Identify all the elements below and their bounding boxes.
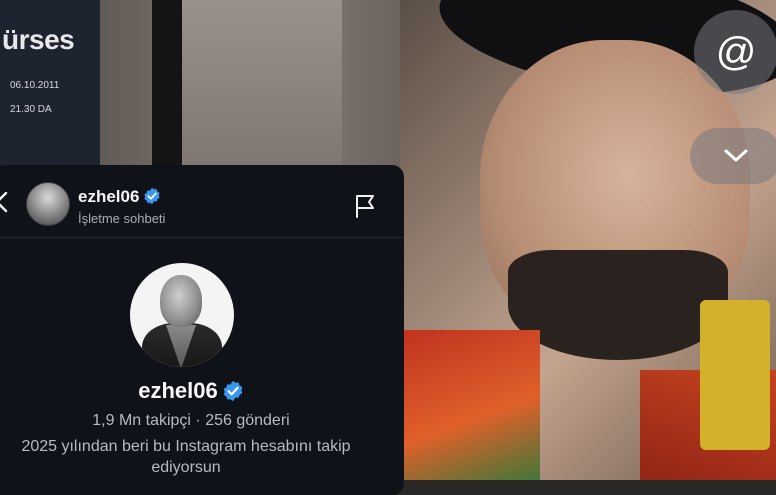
header-username[interactable]: ezhel06 [78, 187, 161, 207]
background-wall [182, 0, 342, 165]
avatar[interactable] [26, 182, 70, 226]
threads-at-icon: @ [715, 29, 757, 74]
chevron-down-icon [724, 149, 748, 162]
photo-shirt [400, 330, 540, 480]
photo-badge [700, 300, 770, 450]
threads-button[interactable]: @ [694, 10, 776, 94]
header-username-text: ezhel06 [78, 187, 140, 206]
header-subtitle: İşletme sohbeti [78, 211, 166, 226]
flag-icon[interactable] [354, 193, 378, 219]
profile-username-text: ezhel06 [138, 378, 218, 403]
expand-button[interactable] [690, 128, 776, 184]
verified-badge-icon [223, 380, 242, 402]
chevron-left-icon[interactable] [0, 191, 10, 213]
background-sign: ürses 06.10.2011 21.30 DA [0, 0, 100, 165]
profile-username[interactable]: ezhel06 [0, 378, 390, 404]
dm-panel: ezhel06 İşletme sohbeti ezhel06 1,9 Mn t… [0, 165, 404, 495]
profile-follow-note: 2025 yılından beri bu Instagram hesabını… [21, 438, 351, 476]
profile-avatar[interactable] [130, 263, 234, 367]
background-pillar [152, 0, 182, 165]
verified-badge-icon [144, 187, 160, 205]
profile-stats: 1,9 Mn takipçi · 256 gönderi [92, 412, 290, 429]
sign-time: 21.30 DA [10, 104, 52, 115]
sign-text: ürses [2, 24, 75, 55]
dm-header: ezhel06 İşletme sohbeti [0, 165, 404, 238]
sign-date: 06.10.2011 [10, 80, 60, 91]
photo-beard [508, 250, 728, 360]
profile-avatar-head [160, 275, 202, 327]
